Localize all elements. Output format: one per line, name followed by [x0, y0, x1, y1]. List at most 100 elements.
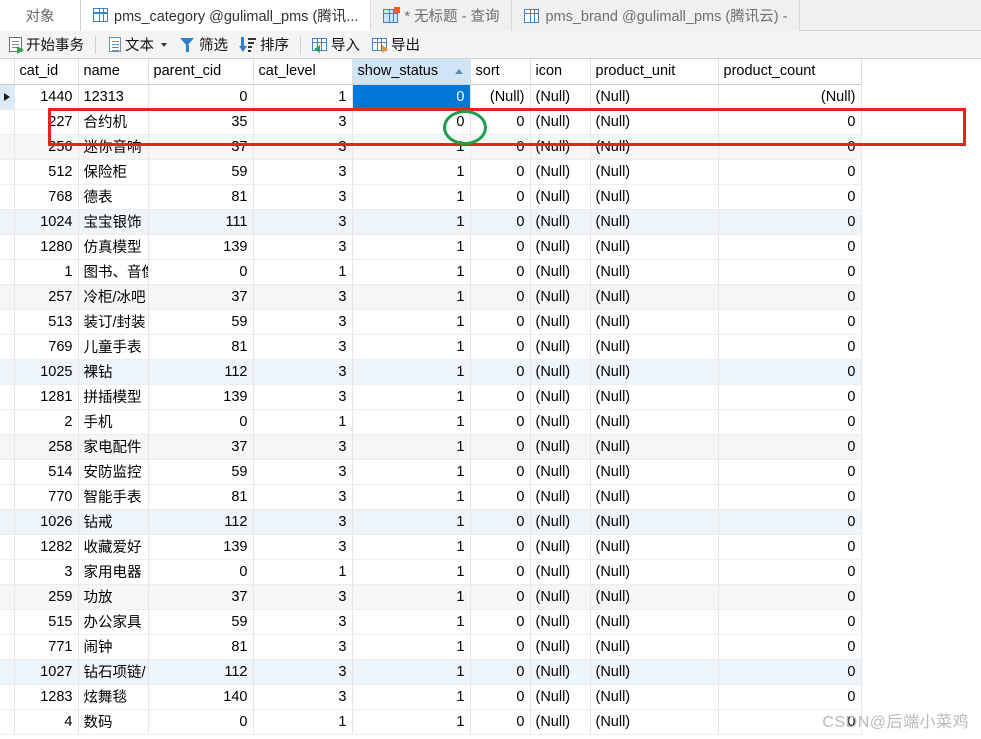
cell-name[interactable]: 智能手表: [78, 484, 149, 510]
cell-product_unit[interactable]: (Null): [590, 309, 719, 335]
cell-name[interactable]: 家用电器: [78, 559, 149, 585]
cell-product_count[interactable]: (Null): [718, 84, 862, 110]
cell-product_unit[interactable]: (Null): [590, 659, 719, 685]
cell-sort[interactable]: 0: [470, 484, 531, 510]
tab-untitled-query[interactable]: * 无标题 - 查询: [371, 0, 513, 31]
cell-cat_id[interactable]: 1027: [14, 659, 79, 685]
column-header-product-count[interactable]: product_count: [718, 59, 862, 85]
cell-product_unit[interactable]: (Null): [590, 84, 719, 110]
cell-show_status[interactable]: 1: [352, 184, 471, 210]
table-row[interactable]: 1280 仿真模型 139 3 1 0 (Null) (Null) 0: [0, 234, 862, 260]
cell-show_status[interactable]: 1: [352, 684, 471, 710]
table-row[interactable]: 1282 收藏爱好 139 3 1 0 (Null) (Null) 0: [0, 534, 862, 560]
cell-product_unit[interactable]: (Null): [590, 159, 719, 185]
cell-sort[interactable]: 0: [470, 659, 531, 685]
cell-product_count[interactable]: 0: [718, 659, 862, 685]
cell-parent_cid[interactable]: 140: [148, 684, 254, 710]
cell-cat_level[interactable]: 1: [253, 84, 353, 110]
cell-sort[interactable]: 0: [470, 159, 531, 185]
cell-icon[interactable]: (Null): [530, 259, 591, 285]
cell-cat_level[interactable]: 1: [253, 259, 353, 285]
filter-button[interactable]: 筛选: [174, 33, 234, 57]
cell-name[interactable]: 儿童手表: [78, 334, 149, 360]
cell-product_count[interactable]: 0: [718, 134, 862, 160]
table-row[interactable]: 770 智能手表 81 3 1 0 (Null) (Null) 0: [0, 484, 862, 510]
cell-name[interactable]: 宝宝银饰: [78, 209, 149, 235]
cell-cat_level[interactable]: 3: [253, 209, 353, 235]
cell-product_count[interactable]: 0: [718, 509, 862, 535]
cell-sort[interactable]: 0: [470, 359, 531, 385]
column-header-product-unit[interactable]: product_unit: [590, 59, 719, 85]
cell-product_count[interactable]: 0: [718, 184, 862, 210]
cell-icon[interactable]: (Null): [530, 334, 591, 360]
current-row-indicator[interactable]: [0, 84, 15, 110]
tab-pms-brand[interactable]: pms_brand @gulimall_pms (腾讯云) -: [512, 0, 801, 31]
cell-cat_level[interactable]: 3: [253, 334, 353, 360]
cell-product_unit[interactable]: (Null): [590, 384, 719, 410]
cell-product_count[interactable]: 0: [718, 234, 862, 260]
cell-icon[interactable]: (Null): [530, 559, 591, 585]
table-row[interactable]: 768 德表 81 3 1 0 (Null) (Null) 0: [0, 184, 862, 210]
cell-show_status[interactable]: 0: [352, 109, 471, 135]
cell-icon[interactable]: (Null): [530, 434, 591, 460]
cell-icon[interactable]: (Null): [530, 409, 591, 435]
cell-name[interactable]: 功放: [78, 584, 149, 610]
cell-name[interactable]: 家电配件: [78, 434, 149, 460]
table-row[interactable]: 1026 钻戒 112 3 1 0 (Null) (Null) 0: [0, 509, 862, 535]
row-marker[interactable]: [0, 184, 15, 210]
table-row[interactable]: 1027 钻石项链/112 3 1 0 (Null) (Null) 0: [0, 659, 862, 685]
cell-name[interactable]: 合约机: [78, 109, 149, 135]
table-row[interactable]: 256 迷你音响 37 3 1 0 (Null) (Null) 0: [0, 134, 862, 160]
cell-cat_id[interactable]: 514: [14, 459, 79, 485]
cell-product_count[interactable]: 0: [718, 434, 862, 460]
table-row[interactable]: 257 冷柜/冰吧 37 3 1 0 (Null) (Null) 0: [0, 284, 862, 310]
column-header-cat-id[interactable]: cat_id: [14, 59, 79, 85]
column-header-icon[interactable]: icon: [530, 59, 591, 85]
cell-show_status[interactable]: 1: [352, 209, 471, 235]
cell-icon[interactable]: (Null): [530, 634, 591, 660]
cell-cat_level[interactable]: 3: [253, 309, 353, 335]
cell-show_status[interactable]: 1: [352, 584, 471, 610]
table-row[interactable]: 515 办公家具 59 3 1 0 (Null) (Null) 0: [0, 609, 862, 635]
table-row[interactable]: 1图书、音像0110(Null)(Null)0: [0, 259, 862, 285]
cell-sort[interactable]: 0: [470, 259, 531, 285]
cell-parent_cid[interactable]: 81: [148, 484, 254, 510]
cell-cat_level[interactable]: 3: [253, 684, 353, 710]
row-marker[interactable]: [0, 359, 15, 385]
cell-product_unit[interactable]: (Null): [590, 184, 719, 210]
cell-cat_id[interactable]: 768: [14, 184, 79, 210]
cell-cat_id[interactable]: 4: [14, 709, 79, 735]
cell-icon[interactable]: (Null): [530, 459, 591, 485]
cell-sort[interactable]: 0: [470, 434, 531, 460]
cell-name[interactable]: 钻戒: [78, 509, 149, 535]
table-row[interactable]: 1283 炫舞毯 140 3 1 0 (Null) (Null) 0: [0, 684, 862, 710]
table-row[interactable]: 227 合约机 35 3 0 0 (Null) (Null) 0: [0, 109, 862, 135]
cell-show_status[interactable]: 1: [352, 409, 471, 435]
cell-sort[interactable]: 0: [470, 184, 531, 210]
cell-show_status[interactable]: 1: [352, 309, 471, 335]
cell-icon[interactable]: (Null): [530, 109, 591, 135]
cell-product_unit[interactable]: (Null): [590, 709, 719, 735]
cell-sort[interactable]: 0: [470, 709, 531, 735]
cell-cat_level[interactable]: 3: [253, 384, 353, 410]
column-header-parent-cid[interactable]: parent_cid: [148, 59, 254, 85]
cell-cat_id[interactable]: 515: [14, 609, 79, 635]
cell-product_unit[interactable]: (Null): [590, 584, 719, 610]
column-header-cat-level[interactable]: cat_level: [253, 59, 353, 85]
cell-parent_cid[interactable]: 37: [148, 284, 254, 310]
cell-show_status[interactable]: 1: [352, 334, 471, 360]
cell-parent_cid[interactable]: 112: [148, 509, 254, 535]
cell-cat_id[interactable]: 1440: [14, 84, 79, 110]
cell-product_unit[interactable]: (Null): [590, 259, 719, 285]
cell-product_unit[interactable]: (Null): [590, 109, 719, 135]
cell-cat_level[interactable]: 3: [253, 234, 353, 260]
cell-parent_cid[interactable]: 111: [148, 209, 254, 235]
cell-name[interactable]: 迷你音响: [78, 134, 149, 160]
cell-show_status[interactable]: 1: [352, 259, 471, 285]
table-row[interactable]: 3 家用电器 0 1 1 0 (Null) (Null) 0: [0, 559, 862, 585]
cell-cat_id[interactable]: 1: [14, 259, 79, 285]
table-row[interactable]: 1440 12313 0 1 0 (Null) (Null) (Null) (Null): [0, 84, 862, 110]
cell-sort[interactable]: 0: [470, 234, 531, 260]
cell-parent_cid[interactable]: 81: [148, 634, 254, 660]
cell-sort[interactable]: 0: [470, 559, 531, 585]
